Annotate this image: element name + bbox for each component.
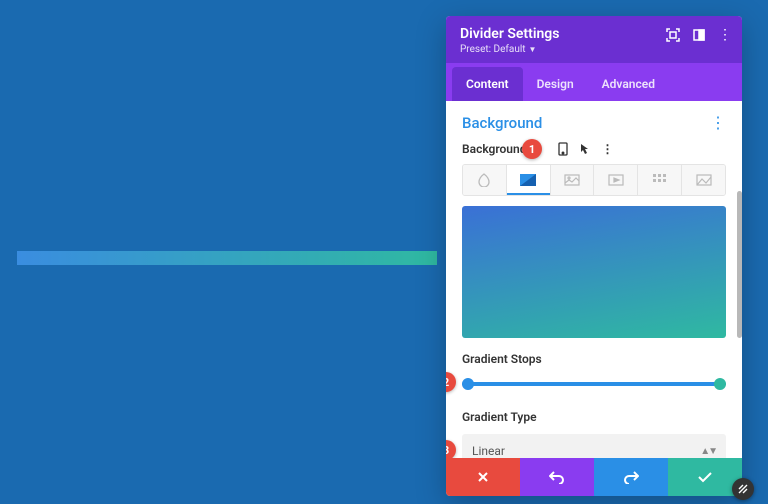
bgtab-pattern[interactable] (638, 165, 682, 195)
bgtab-gradient[interactable] (507, 165, 551, 195)
canvas-divider-preview (17, 251, 437, 265)
panel-body: Background ⋮ Background 1 ⋮ (446, 101, 742, 458)
background-field-label: Background (462, 142, 526, 156)
expand-icon[interactable] (666, 28, 680, 42)
gradient-stop-start[interactable] (462, 378, 474, 390)
callout-3: 3 (446, 440, 456, 458)
background-field-row: Background 1 ⋮ (462, 142, 726, 156)
settings-panel: Divider Settings Preset: Default ▼ ⋮ Con… (446, 16, 742, 496)
tab-advanced[interactable]: Advanced (588, 67, 669, 101)
gradient-type-value: Linear (472, 444, 505, 458)
panel-footer (446, 458, 742, 496)
cancel-button[interactable] (446, 458, 520, 496)
gradient-type-select[interactable]: Linear ▲▼ (462, 434, 726, 458)
gradient-stops-slider[interactable] (462, 376, 726, 392)
gradient-type-label: Gradient Type (462, 410, 726, 424)
gradient-stop-end[interactable] (714, 378, 726, 390)
section-menu-icon[interactable]: ⋮ (710, 113, 726, 132)
section-title: Background (462, 114, 542, 132)
more-icon[interactable]: ⋮ (718, 28, 732, 42)
preset-selector[interactable]: Preset: Default ▼ (460, 44, 728, 55)
field-more-icon[interactable]: ⋮ (600, 142, 614, 156)
chevron-down-icon: ▼ (529, 45, 537, 54)
gradient-preview (462, 206, 726, 338)
callout-1: 1 (522, 139, 542, 159)
redo-button[interactable] (594, 458, 668, 496)
save-button[interactable] (668, 458, 742, 496)
scrollbar[interactable] (737, 191, 742, 338)
hover-icon[interactable] (578, 142, 592, 156)
bgtab-image[interactable] (551, 165, 595, 195)
tab-design[interactable]: Design (523, 67, 588, 101)
phone-icon[interactable] (556, 142, 570, 156)
select-arrows-icon: ▲▼ (700, 446, 716, 457)
resize-handle[interactable] (732, 478, 754, 500)
section-header: Background ⋮ (462, 113, 726, 132)
gradient-stops-label: Gradient Stops (462, 352, 726, 366)
tabs: Content Design Advanced (446, 63, 742, 101)
background-type-tabs (462, 164, 726, 196)
bgtab-color[interactable] (463, 165, 507, 195)
panel-header: Divider Settings Preset: Default ▼ ⋮ (446, 16, 742, 63)
callout-2: 2 (446, 372, 456, 392)
preset-label: Preset: Default (460, 44, 526, 55)
bgtab-video[interactable] (594, 165, 638, 195)
undo-button[interactable] (520, 458, 594, 496)
snap-icon[interactable] (692, 28, 706, 42)
slider-fill (462, 382, 726, 386)
tab-content[interactable]: Content (452, 67, 523, 101)
header-actions: ⋮ (666, 28, 732, 42)
bgtab-mask[interactable] (682, 165, 725, 195)
